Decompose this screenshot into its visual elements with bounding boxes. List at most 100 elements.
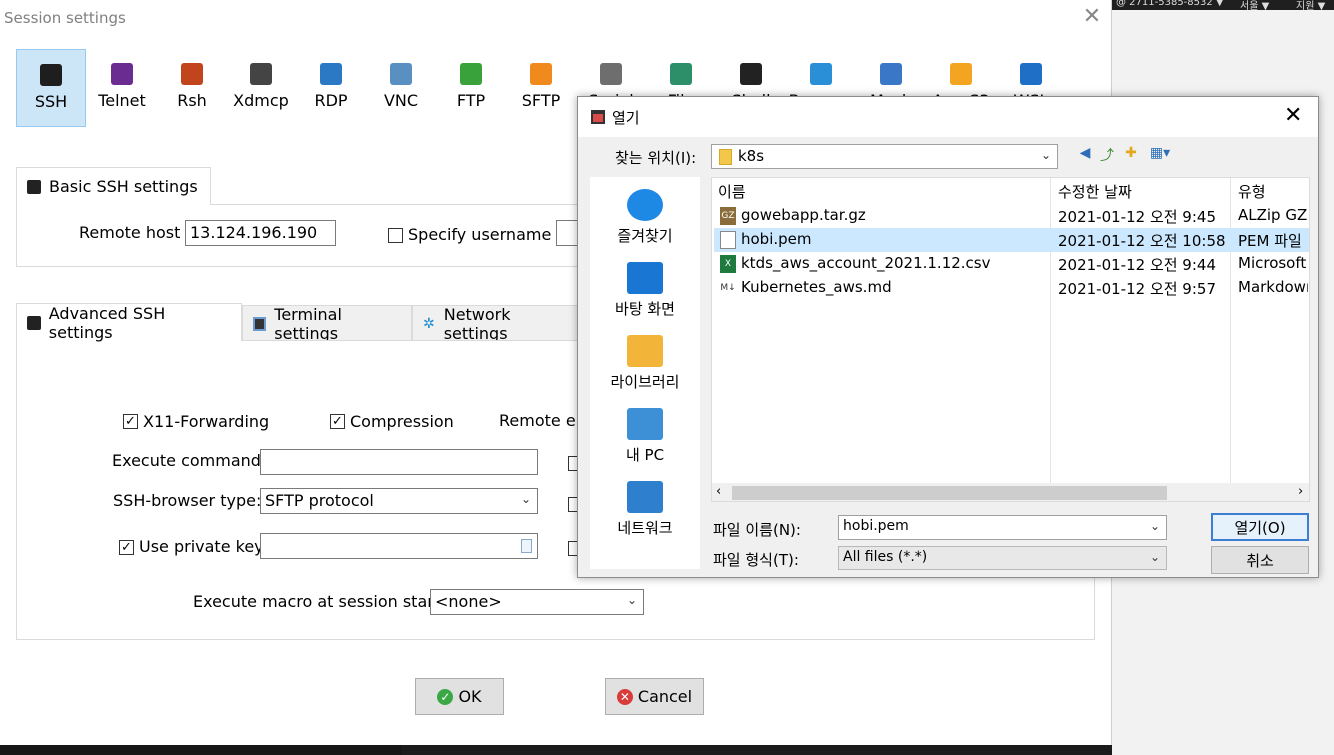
chevron-down-icon: ⌄	[1149, 550, 1160, 564]
execute-macro-select[interactable]: <none> ⌄	[430, 589, 644, 615]
markdown-file-icon: M↓	[720, 279, 736, 297]
aws-s3-icon	[950, 63, 972, 85]
protocol-vnc[interactable]: VNC	[366, 49, 436, 127]
protocol-telnet[interactable]: Telnet	[87, 49, 157, 127]
compression-checkbox[interactable]: ✓	[330, 414, 345, 429]
file-name-value: hobi.pem	[843, 518, 909, 534]
up-folder-icon[interactable]: ⤴	[1098, 145, 1116, 164]
file-icon	[670, 63, 692, 85]
desktop-icon	[627, 262, 663, 294]
private-key-input[interactable]	[260, 533, 538, 559]
protocol-rdp[interactable]: RDP	[296, 49, 366, 127]
place-label: 바탕 화면	[615, 300, 675, 318]
ssh-browser-type-label: SSH-browser type:	[113, 491, 262, 510]
x11-forwarding-checkbox[interactable]: ✓	[123, 414, 138, 429]
tab-network-settings[interactable]: ✲ Network settings	[412, 304, 578, 343]
back-arrow-icon[interactable]: ◀	[1076, 145, 1094, 163]
specify-username-checkbox[interactable]	[388, 228, 403, 243]
protocol-ftp[interactable]: FTP	[436, 49, 506, 127]
file-date: 2021-01-12 오전 10:58	[1058, 232, 1226, 250]
protocol-label: Telnet	[98, 91, 146, 110]
file-date: 2021-01-12 오전 9:44	[1058, 256, 1216, 274]
place-3[interactable]: 내 PC	[590, 408, 700, 465]
close-icon[interactable]: ✕	[1082, 4, 1102, 30]
ssh-key-icon	[27, 315, 41, 330]
protocol-label: Rsh	[177, 91, 207, 110]
protocol-xdmcp[interactable]: Xdmcp	[226, 49, 296, 127]
ssh-icon	[40, 64, 62, 86]
open-file-dialog: 열기 ✕ 찾는 위치(I): k8s ⌄ ◀ ⤴ ✚ ▦▾ 즐겨찾기 바탕 화면 라…	[577, 96, 1319, 578]
tab-label: Network settings	[443, 304, 511, 343]
pem-file-icon	[720, 231, 736, 249]
sftp-icon	[530, 63, 552, 85]
file-type-select[interactable]: All files (*.*) ⌄	[838, 546, 1167, 570]
ssh-key-icon	[27, 179, 41, 194]
ok-button[interactable]: ✓ OK	[415, 678, 504, 715]
library-icon	[627, 335, 663, 367]
support-menu[interactable]: 지원 ▼	[1296, 0, 1325, 10]
remote-host-label: Remote host *	[79, 223, 194, 242]
view-menu-icon[interactable]: ▦▾	[1146, 145, 1174, 163]
tab-basic-ssh-settings[interactable]: Basic SSH settings	[16, 167, 211, 205]
protocol-label: Xdmcp	[233, 91, 289, 110]
chevron-down-icon: ⌄	[626, 593, 637, 607]
scroll-right-icon[interactable]: ›	[1298, 484, 1303, 499]
new-folder-icon[interactable]: ✚	[1122, 145, 1140, 163]
chevron-down-icon: ⌄	[520, 492, 531, 506]
network-settings-icon: ✲	[423, 315, 435, 332]
protocol-label: VNC	[383, 91, 419, 110]
place-0[interactable]: 즐겨찾기	[590, 189, 700, 246]
selected-value: k8s	[738, 147, 765, 165]
horizontal-scrollbar[interactable]: ‹ ›	[712, 483, 1309, 501]
cancel-button[interactable]: ✕ Cancel	[605, 678, 704, 715]
use-private-key-checkbox[interactable]: ✓	[119, 540, 134, 555]
protocol-rsh[interactable]: Rsh	[157, 49, 227, 127]
scrollbar-thumb[interactable]	[732, 486, 1167, 500]
file-row[interactable]: M↓ Kubernetes_aws.md 2021-01-12 오전 9:57 Mar…	[714, 276, 1309, 300]
place-4[interactable]: 네트워크	[590, 481, 700, 538]
serial-icon	[600, 63, 622, 85]
selected-value: SFTP protocol	[265, 491, 374, 510]
app-icon	[591, 110, 605, 124]
region-menu[interactable]: 서울 ▼	[1240, 0, 1269, 10]
favorites-star-icon	[627, 189, 663, 221]
file-date: 2021-01-12 오전 9:57	[1058, 280, 1216, 298]
ssh-browser-type-select[interactable]: SFTP protocol ⌄	[260, 488, 538, 514]
network-icon	[627, 481, 663, 513]
button-label: OK	[458, 687, 482, 706]
file-row[interactable]: hobi.pem 2021-01-12 오전 10:58 PEM 파일	[714, 228, 1309, 252]
protocol-sftp[interactable]: SFTP	[506, 49, 576, 127]
look-in-select[interactable]: k8s ⌄	[711, 144, 1058, 169]
place-1[interactable]: 바탕 화면	[590, 262, 700, 319]
open-button[interactable]: 열기(O)	[1211, 513, 1309, 541]
protocol-ssh[interactable]: SSH	[16, 49, 86, 127]
file-name: ktds_aws_account_2021.1.12.csv	[741, 254, 991, 272]
chevron-down-icon: ⌄	[1040, 148, 1051, 162]
x11-forwarding-label: X11-Forwarding	[143, 412, 270, 431]
execute-command-input[interactable]	[260, 449, 538, 475]
file-row[interactable]: Xktds_aws_account_2021.1.12.csv 2021-01-1…	[714, 252, 1309, 276]
column-header-date[interactable]: 수정한 날짜	[1058, 178, 1132, 206]
tab-advanced-ssh-settings[interactable]: Advanced SSH settings	[16, 303, 242, 342]
wsl-icon	[1020, 63, 1042, 85]
file-browse-icon[interactable]	[521, 539, 532, 553]
sort-ascending-icon: ⌃	[876, 177, 886, 185]
remote-host-input[interactable]: 13.124.196.190	[185, 220, 336, 246]
file-type: ALZip GZ F	[1238, 206, 1308, 224]
place-2[interactable]: 라이브러리	[590, 335, 700, 392]
dialog-cancel-button[interactable]: 취소	[1211, 546, 1309, 574]
close-icon[interactable]: ✕	[1284, 103, 1302, 128]
scroll-left-icon[interactable]: ‹	[716, 484, 721, 499]
tab-terminal-settings[interactable]: Terminal settings	[242, 305, 412, 343]
mosh-icon	[880, 63, 902, 85]
column-header-type[interactable]: 유형	[1238, 178, 1266, 206]
excel-csv-icon: X	[720, 255, 736, 273]
account-id[interactable]: @ 2711-5385-8532 ▼	[1116, 0, 1224, 8]
check-icon: ✓	[437, 688, 454, 705]
execute-macro-label: Execute macro at session start:	[193, 592, 446, 611]
file-name-combobox[interactable]: hobi.pem ⌄	[838, 515, 1167, 540]
rdp-icon	[320, 63, 342, 85]
column-header-name[interactable]: 이름	[718, 178, 746, 206]
file-row[interactable]: GZ gowebapp.tar.gz 2021-01-12 오전 9:45 ALZip…	[714, 204, 1309, 228]
dialog-title: 열기	[612, 109, 640, 127]
